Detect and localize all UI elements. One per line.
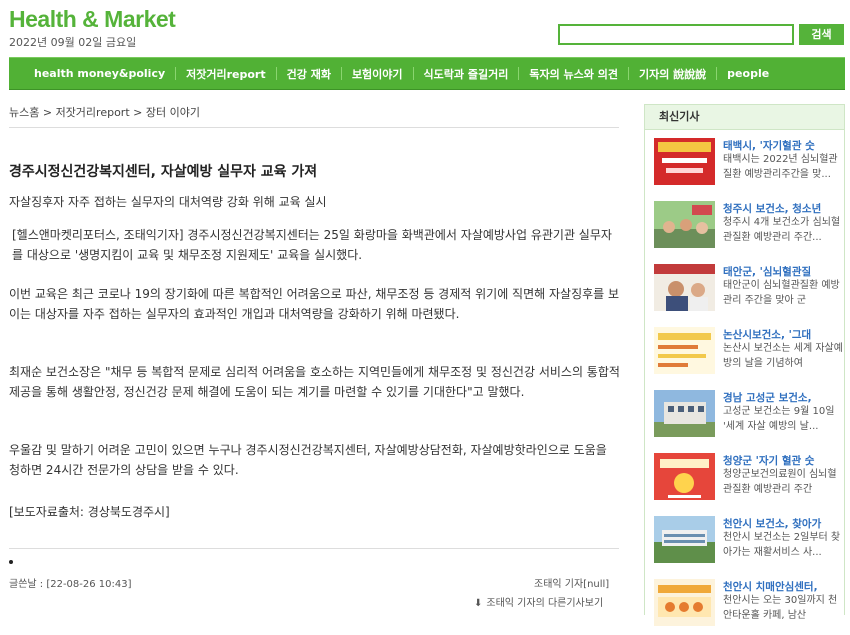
search-button[interactable]: 검색 [799,24,844,45]
news-title[interactable]: 논산시보건소, '그대 [723,327,847,342]
nav-divider [275,67,277,80]
latest-news-item[interactable]: 경남 고성군 보건소, 고성군 보건소는 9월 10일 '세계 자살 예방의 날… [654,390,844,446]
news-thumbnail[interactable] [654,390,715,437]
bullet-icon [9,560,13,564]
nav-item-insurance[interactable]: 보험이야기 [352,66,403,82]
news-summary: 청주시 4개 보건소가 심뇌혈관질환 예방관리 주간... [723,217,841,243]
nav-divider [340,67,342,80]
news-thumbnail[interactable] [654,579,715,626]
latest-news-item[interactable]: 태백시, '자기혈관 숫 태백시는 2022년 심뇌혈관질환 예방관리주간을 맞… [654,138,844,194]
nav-item-food[interactable]: 식도락과 즐길거리 [424,66,509,82]
article-subtitle: 자살징후자 자주 접하는 실무자의 대처역량 강화 위해 교육 실시 [9,195,327,209]
article-title: 경주시정신건강복지센터, 자살예방 실무자 교육 가져 [9,164,318,180]
nav-item-reporter[interactable]: 기자의 說說說 [639,66,706,82]
nav-divider [412,67,414,80]
article-paragraph: 이번 교육은 최근 코로나 19의 장기화에 따른 복합적인 어려움으로 파산,… [9,287,620,321]
nav-item-reader-news[interactable]: 독자의 뉴스와 의견 [529,66,618,82]
nav-divider [518,67,520,80]
latest-news-item[interactable]: 논산시보건소, '그대 논산시 보건소는 세계 자살예방의 날을 기념하여 [654,327,844,383]
breadcrumb[interactable]: 뉴스홈 > 저잣거리report > 장터 이야기 [9,104,200,120]
other-articles-link[interactable]: ⬇ 조태익 기자의 다른기사보기 [474,594,603,609]
sidebar-heading: 최신기사 [645,105,844,130]
news-title[interactable]: 청주시 보건소, 청소년 [723,201,847,216]
nav-divider [627,67,629,80]
nav-divider [716,67,718,80]
news-title[interactable]: 청양군 '자기 혈관 숫 [723,453,847,468]
nav-item-report[interactable]: 저잣거리report [186,66,265,82]
search-input[interactable] [558,24,794,45]
news-summary: 천안시 보건소는 2일부터 찾아가는 재활서비스 사... [723,532,841,558]
news-thumbnail[interactable] [654,201,715,248]
news-summary: 청양군보건의료원이 심뇌혈관질환 예방관리 주간 [723,469,837,495]
news-thumbnail[interactable] [654,138,715,185]
news-thumbnail[interactable] [654,264,715,311]
news-title[interactable]: 태안군, '심뇌혈관질 [723,264,847,279]
news-thumbnail[interactable] [654,453,715,500]
latest-news-item[interactable]: 천안시 보건소, 찾아가 천안시 보건소는 2일부터 찾아가는 재활서비스 사.… [654,516,844,572]
press-source: [보도자료출처: 경상북도경주시] [9,505,170,519]
latest-news-item[interactable]: 청주시 보건소, 청소년 청주시 4개 보건소가 심뇌혈관질환 예방관리 주간.… [654,201,844,257]
author-name[interactable]: 조태익 기자[null] [534,575,609,590]
news-summary: 태백시는 2022년 심뇌혈관질환 예방관리주간을 맞... [723,154,838,180]
news-title[interactable]: 천안시 치매안심센터, [723,579,847,594]
article-paragraph: 우울감 및 말하기 어려운 고민이 있으면 누구나 경주시정신건강복지센터, 자… [9,443,607,477]
download-icon: ⬇ [474,598,483,609]
publish-date: 글쓴날 : [22-08-26 10:43] [9,579,132,590]
news-summary: 고성군 보건소는 9월 10일 '세계 자살 예방의 날... [723,406,835,432]
latest-news-panel: 최신기사 태백시, '자기혈관 숫 태백시는 2022년 심뇌혈관질환 예방관리… [644,104,845,626]
news-summary: 논산시 보건소는 세계 자살예방의 날을 기념하여 [723,343,843,369]
main-nav: health money&policy 저잣거리report 건강 재화 보험이… [9,57,845,90]
latest-news-item[interactable]: 천안시 치매안심센터, 천안시는 오는 30일까지 천안타운홀 카페, 남산 [654,579,844,635]
article-lead: [헬스앤마켓리포터스, 조태익기자] 경주시정신건강복지센터는 25일 화랑마을… [12,228,612,262]
latest-news-item[interactable]: 청양군 '자기 혈관 숫 청양군보건의료원이 심뇌혈관질환 예방관리 주간 [654,453,844,509]
article-paragraph: 최재순 보건소장은 "채무 등 복합적 문제로 심리적 어려움을 호소하는 지역… [9,365,620,399]
nav-item-health-goods[interactable]: 건강 재화 [287,66,331,82]
site-logo[interactable]: Health & Market [9,6,176,33]
divider [9,127,619,128]
nav-item-people[interactable]: people [727,67,769,80]
news-summary: 태안군이 심뇌혈관질환 예방관리 주간을 맞아 군 [723,280,840,306]
news-title[interactable]: 천안시 보건소, 찾아가 [723,516,847,531]
divider [9,548,619,549]
nav-item-health-money[interactable]: health money&policy [34,67,165,80]
news-title[interactable]: 경남 고성군 보건소, [723,390,847,405]
news-title[interactable]: 태백시, '자기혈관 숫 [723,138,847,153]
news-thumbnail[interactable] [654,327,715,374]
news-summary: 천안시는 오는 30일까지 천안타운홀 카페, 남산 [723,595,838,621]
latest-news-item[interactable]: 태안군, '심뇌혈관질 태안군이 심뇌혈관질환 예방관리 주간을 맞아 군 [654,264,844,320]
nav-divider [175,67,177,80]
news-thumbnail[interactable] [654,516,715,563]
current-date: 2022년 09월 02일 금요일 [9,36,137,49]
